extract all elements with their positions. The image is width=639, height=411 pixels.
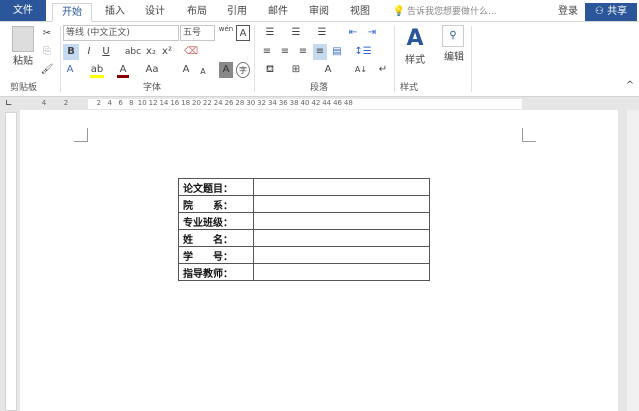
field-label: 专业班级： xyxy=(178,212,254,230)
font-name-select[interactable]: 等线 (中文正文) xyxy=(63,25,179,41)
field-value-cell[interactable] xyxy=(253,246,430,264)
asian-layout-icon[interactable]: A xyxy=(318,62,338,78)
tab-design[interactable]: 设计 xyxy=(140,3,170,22)
bullets-icon[interactable]: ☰ xyxy=(260,25,280,41)
table-row: 院 系： xyxy=(178,195,430,213)
styles-icon[interactable]: A xyxy=(403,26,427,52)
tell-me-input[interactable]: 告诉我您想要做什么... xyxy=(407,3,507,22)
numbering-icon[interactable]: ☰ xyxy=(286,25,306,41)
divider xyxy=(60,26,61,92)
person-add-icon: ⚇ xyxy=(594,6,608,17)
ruler-number: 2 xyxy=(63,99,69,107)
paste-button[interactable]: 粘贴 xyxy=(10,54,36,70)
borders-icon[interactable]: ⊞ xyxy=(286,62,306,78)
search-icon[interactable]: ⚲ xyxy=(442,25,464,47)
share-button[interactable]: ⚇ 共享 xyxy=(585,3,637,21)
field-value-cell[interactable] xyxy=(253,195,430,213)
field-value-cell[interactable] xyxy=(253,263,430,281)
lightbulb-icon: 💡 xyxy=(392,6,406,17)
clipboard-icon[interactable] xyxy=(12,26,34,52)
increase-indent-icon[interactable]: ⇥ xyxy=(364,25,380,41)
phonetic-guide-button[interactable]: wén xyxy=(218,25,234,41)
sign-in-link[interactable]: 登录 xyxy=(555,3,581,22)
field-label: 姓 名： xyxy=(178,229,254,247)
clear-formatting-icon[interactable]: ⌫ xyxy=(184,44,198,60)
vertical-ruler[interactable] xyxy=(5,112,17,411)
align-left-icon[interactable]: ≡ xyxy=(260,44,274,60)
shrink-font-button[interactable]: A xyxy=(198,64,208,80)
table-row: 专业班级： xyxy=(178,212,430,230)
field-label: 指导教师： xyxy=(178,263,254,281)
align-right-icon[interactable]: ≡ xyxy=(296,44,310,60)
collapse-ribbon-icon[interactable]: ^ xyxy=(624,78,636,94)
vertical-scrollbar[interactable] xyxy=(627,110,639,411)
cover-info-table: 论文题目：院 系： 专业班级：姓 名：学 号： 指导教师： xyxy=(178,178,430,281)
field-value-cell[interactable] xyxy=(253,229,430,247)
group-paragraph-label: 段落 xyxy=(310,83,329,93)
tab-view[interactable]: 视图 xyxy=(345,3,375,22)
group-styles-label: 样式 xyxy=(400,83,419,93)
align-center-icon[interactable]: ≡ xyxy=(278,44,292,60)
tab-references[interactable]: 引用 xyxy=(222,3,252,22)
decrease-indent-icon[interactable]: ⇤ xyxy=(345,25,361,41)
group-font-label: 字体 xyxy=(143,83,162,93)
ribbon-tabs: 文件 开始 插入 设计 布局 引用 邮件 审阅 视图 💡 告诉我您想要做什么..… xyxy=(0,0,639,22)
table-row: 指导教师： xyxy=(178,263,430,281)
table-row: 学 号： xyxy=(178,246,430,264)
divider xyxy=(394,26,395,92)
grow-font-button[interactable]: A xyxy=(180,62,192,78)
format-painter-icon[interactable]: 🖌 xyxy=(40,62,54,78)
field-label: 院 系： xyxy=(178,195,254,213)
text-effects-button[interactable]: A xyxy=(63,62,77,78)
copy-icon[interactable]: ⎘ xyxy=(40,44,54,60)
strikethrough-button[interactable]: abc xyxy=(124,44,142,60)
enclose-characters-button[interactable]: 字 xyxy=(236,62,250,78)
character-border-button[interactable]: A xyxy=(236,25,250,41)
ruler-number: 4 xyxy=(41,99,47,107)
ruler-number: 48 xyxy=(343,99,353,107)
share-label: 共享 xyxy=(607,6,628,17)
editing-button[interactable]: 编辑 xyxy=(440,50,468,66)
margin-corner-mark xyxy=(522,128,536,142)
subscript-button[interactable]: x₂ xyxy=(144,44,158,60)
tab-file[interactable]: 文件 xyxy=(0,0,46,21)
italic-button[interactable]: I xyxy=(82,44,96,60)
justify-icon[interactable]: ≡ xyxy=(313,44,327,60)
field-label: 学 号： xyxy=(178,246,254,264)
tab-review[interactable]: 审阅 xyxy=(304,3,334,22)
divider xyxy=(254,26,255,92)
line-spacing-icon[interactable]: ↕☰ xyxy=(353,44,373,60)
shading-icon[interactable]: ⛾ xyxy=(260,62,280,78)
bold-button[interactable]: B xyxy=(63,44,79,60)
ribbon: 粘贴 ✂ ⎘ 🖌 剪贴板 等线 (中文正文) 五号 wén A B I U ab… xyxy=(0,22,639,97)
cut-icon[interactable]: ✂ xyxy=(40,26,54,42)
table-row: 论文题目： xyxy=(178,178,430,196)
divider xyxy=(471,26,472,92)
tab-mailings[interactable]: 邮件 xyxy=(263,3,293,22)
tab-home[interactable]: 开始 xyxy=(52,3,92,22)
superscript-button[interactable]: x² xyxy=(160,44,174,60)
tab-layout[interactable]: 布局 xyxy=(182,3,212,22)
field-value-cell[interactable] xyxy=(253,212,430,230)
multilevel-list-icon[interactable]: ☰ xyxy=(312,25,332,41)
sort-icon[interactable]: A↓ xyxy=(354,62,368,78)
tab-stop-selector[interactable]: ∟ xyxy=(5,99,13,109)
show-marks-icon[interactable]: ↵ xyxy=(378,62,388,78)
distributed-icon[interactable]: ▤ xyxy=(330,44,344,60)
highlight-button[interactable]: ab xyxy=(90,62,104,78)
change-case-button[interactable]: Aa xyxy=(143,62,161,78)
styles-button[interactable]: 样式 xyxy=(401,53,429,69)
underline-button[interactable]: U xyxy=(98,44,114,60)
field-label: 论文题目： xyxy=(178,178,254,196)
character-shading-button[interactable]: A xyxy=(219,62,233,78)
tab-insert[interactable]: 插入 xyxy=(100,3,130,22)
group-clipboard-label: 剪贴板 xyxy=(10,83,38,93)
field-value-cell[interactable] xyxy=(253,178,430,196)
font-color-button[interactable]: A xyxy=(117,62,129,78)
table-row: 姓 名： xyxy=(178,229,430,247)
margin-corner-mark xyxy=(74,128,88,142)
font-size-select[interactable]: 五号 xyxy=(180,25,215,41)
